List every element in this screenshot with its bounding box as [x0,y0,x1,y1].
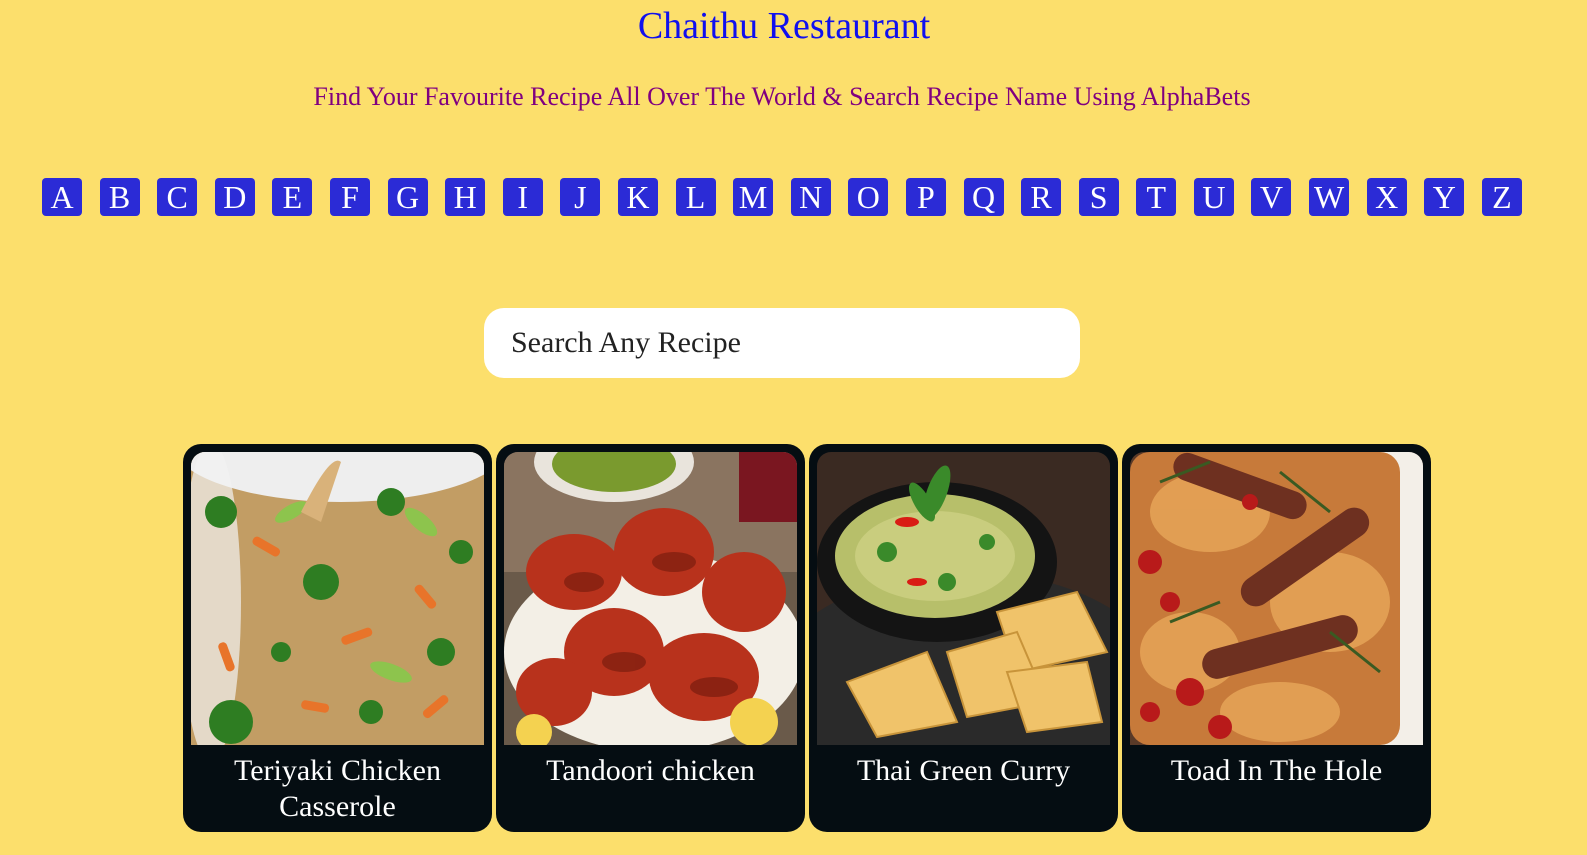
recipe-card[interactable]: Thai Green Curry [809,444,1118,832]
recipe-name: Thai Green Curry [856,754,1071,787]
page-title: Chaithu Restaurant [637,5,931,47]
page-subtitle: Find Your Favourite Recipe All Over The … [313,82,1251,111]
letter-button-z[interactable]: Z [1481,178,1522,216]
letter-button-v[interactable]: V [1251,178,1292,216]
recipe-name: Toad In The Hole [1170,754,1383,787]
letter-button-i[interactable]: I [502,178,543,216]
search-box [484,308,1080,378]
letter-button-r[interactable]: R [1021,178,1062,216]
letter-button-n[interactable]: N [790,178,831,216]
recipe-name: Tandoori chicken [546,754,755,787]
letter-button-q[interactable]: Q [963,178,1004,216]
letter-button-u[interactable]: U [1193,178,1234,216]
rice-vegetables-photo [191,452,484,745]
letter-button-l[interactable]: L [675,178,716,216]
letter-button-o[interactable]: O [848,178,889,216]
letter-button-w[interactable]: W [1309,178,1350,216]
letter-button-d[interactable]: D [214,178,255,216]
recipe-card[interactable]: Tandoori chicken [496,444,805,832]
letter-button-j[interactable]: J [560,178,601,216]
tandoori-chicken-photo [504,452,797,745]
letter-button-e[interactable]: E [272,178,313,216]
letter-button-b[interactable]: B [99,178,140,216]
letter-button-a[interactable]: A [42,178,82,216]
letter-button-y[interactable]: Y [1424,178,1465,216]
letter-button-s[interactable]: S [1078,178,1119,216]
recipe-card[interactable]: Teriyaki Chicken Casserole [183,444,492,832]
letter-button-f[interactable]: F [329,178,370,216]
letter-button-g[interactable]: G [387,178,428,216]
recipe-name: Teriyaki Chicken Casserole [234,754,441,823]
letter-button-c[interactable]: C [157,178,198,216]
letter-button-h[interactable]: H [445,178,486,216]
green-curry-photo [817,452,1110,745]
recipe-card[interactable]: Toad In The Hole [1122,444,1431,832]
letter-button-p[interactable]: P [905,178,946,216]
letter-button-t[interactable]: T [1136,178,1177,216]
letter-button-k[interactable]: K [617,178,658,216]
alphabet-bar: A B C D E F G H I J K L M N O P Q R S T … [42,178,1522,216]
search-input[interactable] [484,308,1080,378]
recipe-grid: Teriyaki Chicken Casserole Tandoori chic… [183,444,1431,832]
letter-button-m[interactable]: M [733,178,774,216]
letter-button-x[interactable]: X [1366,178,1407,216]
sausage-bake-photo [1130,452,1423,745]
